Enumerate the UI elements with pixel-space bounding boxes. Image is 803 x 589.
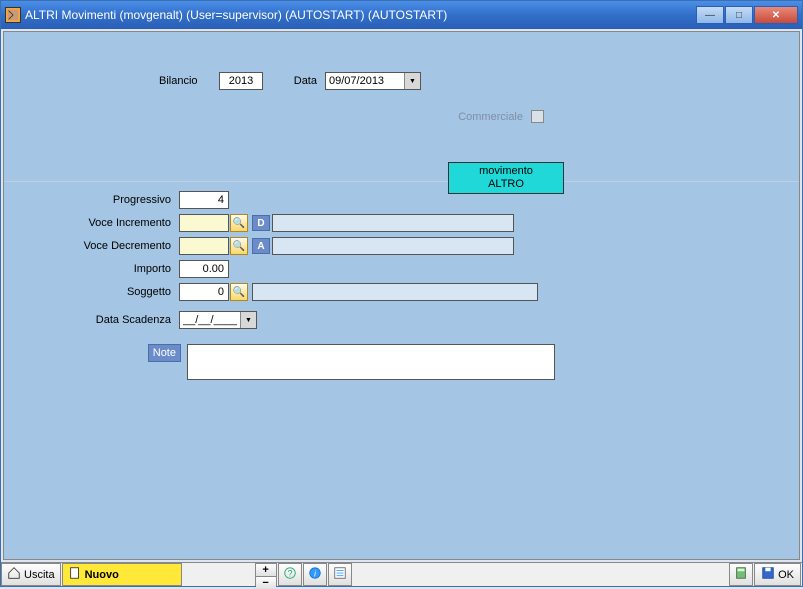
window-controls: — □ ✕ — [695, 6, 798, 24]
svg-text:?: ? — [287, 569, 292, 579]
soggetto-input[interactable] — [179, 283, 229, 301]
bilancio-input[interactable] — [219, 72, 263, 90]
bottom-toolbar: Uscita Nuovo + − ? i — [1, 562, 802, 586]
ok-button[interactable]: OK — [754, 563, 801, 586]
search-icon: 🔍 — [233, 241, 245, 252]
help-icon: ? — [283, 566, 297, 583]
voce-decremento-lookup[interactable]: 🔍 — [230, 237, 248, 255]
checklist-button[interactable] — [328, 563, 352, 586]
titlebar: ALTRI Movimenti (movgenalt) (User=superv… — [1, 1, 802, 29]
chevron-down-icon[interactable]: ▼ — [240, 312, 256, 328]
maximize-button[interactable]: □ — [725, 6, 753, 24]
list-icon — [333, 566, 347, 583]
app-window: ALTRI Movimenti (movgenalt) (User=superv… — [0, 0, 803, 587]
voce-incremento-badge: D — [252, 215, 270, 231]
help-button[interactable]: ? — [278, 563, 302, 586]
importo-label: Importo — [74, 263, 179, 275]
minus-button[interactable]: − — [256, 577, 276, 589]
voce-decremento-label: Voce Decremento — [74, 240, 179, 252]
plus-button[interactable]: + — [256, 564, 276, 577]
minimize-button[interactable]: — — [696, 6, 724, 24]
soggetto-lookup[interactable]: 🔍 — [230, 283, 248, 301]
info-button[interactable]: i — [303, 563, 327, 586]
voce-incremento-label: Voce Incremento — [74, 217, 179, 229]
app-icon — [5, 7, 21, 23]
voce-decremento-code[interactable] — [179, 237, 229, 255]
nuovo-label: Nuovo — [85, 569, 119, 581]
search-icon: 🔍 — [233, 218, 245, 229]
uscita-label: Uscita — [24, 569, 55, 581]
chevron-down-icon[interactable]: ▼ — [404, 73, 420, 89]
data-label: Data — [285, 75, 325, 87]
nuovo-button[interactable]: Nuovo — [62, 563, 182, 586]
data-scadenza-label: Data Scadenza — [74, 314, 179, 326]
data-date-input[interactable] — [326, 73, 404, 89]
home-icon — [7, 566, 21, 583]
status-badge: movimento ALTRO — [448, 162, 564, 194]
voce-incremento-desc[interactable] — [272, 214, 514, 232]
note-label: Note — [148, 344, 181, 362]
voce-incremento-code[interactable] — [179, 214, 229, 232]
data-scadenza-picker[interactable]: ▼ — [179, 311, 257, 329]
calculator-icon — [734, 566, 748, 583]
new-icon — [68, 566, 82, 583]
soggetto-desc[interactable] — [252, 283, 538, 301]
voce-decremento-desc[interactable] — [272, 237, 514, 255]
importo-input[interactable] — [179, 260, 229, 278]
soggetto-label: Soggetto — [74, 286, 179, 298]
content-area: Bilancio Data ▼ Commerciale movimento AL… — [3, 31, 800, 560]
plusminus-stepper[interactable]: + − — [255, 563, 277, 586]
calculator-button[interactable] — [729, 563, 753, 586]
search-icon: 🔍 — [233, 287, 245, 298]
info-icon: i — [308, 566, 322, 583]
commerciale-checkbox[interactable] — [531, 110, 544, 123]
voce-incremento-lookup[interactable]: 🔍 — [230, 214, 248, 232]
uscita-button[interactable]: Uscita — [1, 563, 61, 586]
progressivo-label: Progressivo — [74, 194, 179, 206]
ok-label: OK — [778, 569, 794, 581]
titlebar-text: ALTRI Movimenti (movgenalt) (User=superv… — [25, 8, 695, 22]
bilancio-label: Bilancio — [159, 75, 219, 87]
commerciale-label: Commerciale — [458, 111, 523, 123]
close-button[interactable]: ✕ — [754, 6, 798, 24]
data-scadenza-input[interactable] — [180, 312, 240, 328]
progressivo-input[interactable] — [179, 191, 229, 209]
header-section: Bilancio Data ▼ Commerciale — [4, 32, 799, 133]
form-section: Progressivo Voce Incremento 🔍 D Voce Dec… — [4, 182, 799, 388]
voce-decremento-badge: A — [252, 238, 270, 254]
note-textarea[interactable] — [187, 344, 555, 380]
save-icon — [761, 566, 775, 583]
status-line1: movimento — [479, 165, 533, 178]
svg-text:i: i — [314, 570, 316, 579]
data-date-picker[interactable]: ▼ — [325, 72, 421, 90]
status-line2: ALTRO — [488, 178, 524, 191]
